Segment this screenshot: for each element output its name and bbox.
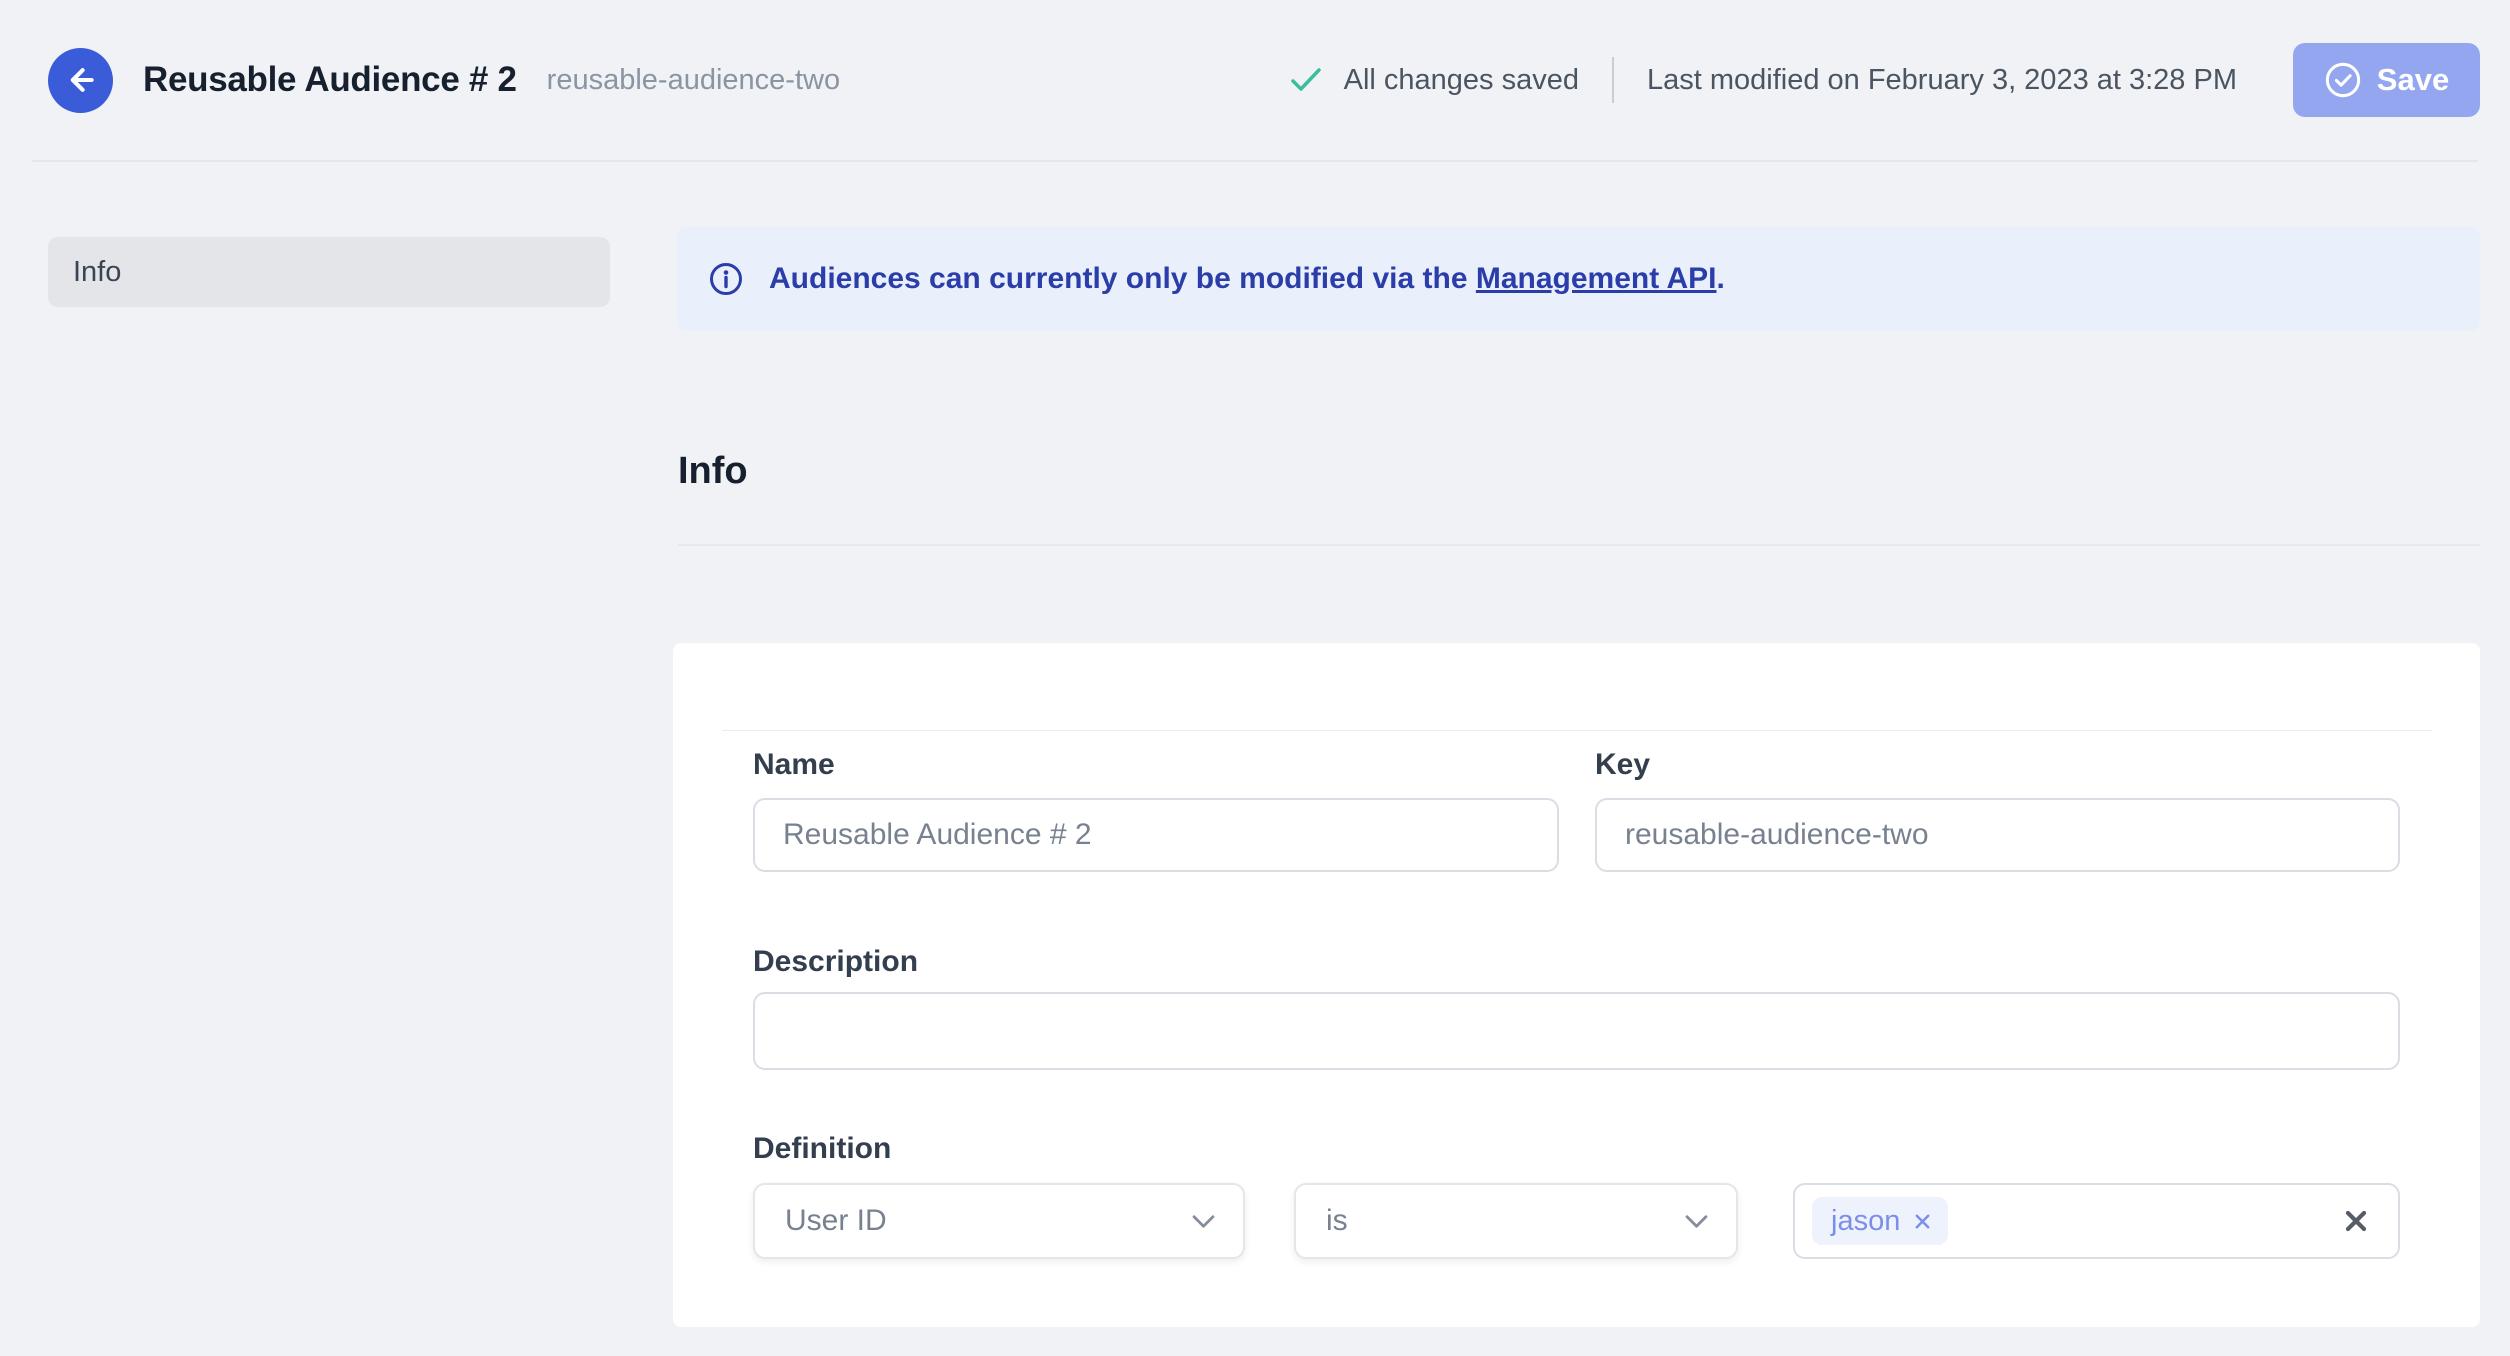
header-rule <box>32 160 2478 162</box>
banner-text-after: . <box>1716 262 1725 295</box>
clear-values-button[interactable] <box>2336 1201 2376 1241</box>
operator-select-value: is <box>1326 1204 1348 1237</box>
sidebar-item-label: Info <box>73 255 122 288</box>
trait-select-value: User ID <box>785 1204 887 1237</box>
tag-remove-icon[interactable] <box>1913 1212 1932 1231</box>
definition-label: Definition <box>753 1132 892 1165</box>
management-api-link[interactable]: Management API <box>1476 262 1717 295</box>
value-tag-label: jason <box>1831 1204 1901 1237</box>
check-icon <box>1289 65 1323 95</box>
clear-x-icon <box>2342 1207 2370 1235</box>
arrow-left-icon <box>63 62 99 98</box>
save-button-label: Save <box>2376 62 2450 97</box>
page-header: Reusable Audience # 2 reusable-audience-… <box>0 0 2510 160</box>
key-label: Key <box>1595 748 1651 781</box>
header-actions: All changes saved Last modified on Febru… <box>1289 43 2480 117</box>
chevron-down-icon <box>1190 1213 1217 1230</box>
save-status-text: All changes saved <box>1343 63 1579 96</box>
sidebar-item-info[interactable]: Info <box>48 237 610 307</box>
card-inner-rule <box>722 730 2432 731</box>
info-form-card: Name Key Description Definition User ID … <box>673 643 2480 1327</box>
section-rule <box>678 544 2480 546</box>
banner-text: Audiences can currently only be modified… <box>769 262 1725 296</box>
info-banner: Audiences can currently only be modified… <box>677 227 2480 331</box>
header-divider <box>1611 57 1614 103</box>
description-label: Description <box>753 945 919 978</box>
page-title: Reusable Audience # 2 <box>143 60 517 99</box>
name-label: Name <box>753 748 835 781</box>
description-input[interactable] <box>753 992 2400 1070</box>
key-input[interactable] <box>1595 798 2400 872</box>
value-tag: jason <box>1812 1197 1949 1245</box>
definition-values-input[interactable]: jason <box>1793 1183 2400 1259</box>
page-subtitle: reusable-audience-two <box>546 63 841 96</box>
back-button[interactable] <box>48 47 113 113</box>
last-modified-text: Last modified on February 3, 2023 at 3:2… <box>1646 63 2237 96</box>
check-circle-icon <box>2324 61 2362 99</box>
definition-operator-select[interactable]: is <box>1294 1183 1738 1259</box>
banner-text-before: Audiences can currently only be modified… <box>769 262 1476 295</box>
info-icon <box>709 262 743 296</box>
save-button[interactable]: Save <box>2293 43 2480 117</box>
name-input[interactable] <box>753 798 1559 872</box>
definition-trait-select[interactable]: User ID <box>753 1183 1245 1259</box>
section-title: Info <box>678 450 748 492</box>
chevron-down-icon <box>1683 1213 1710 1230</box>
